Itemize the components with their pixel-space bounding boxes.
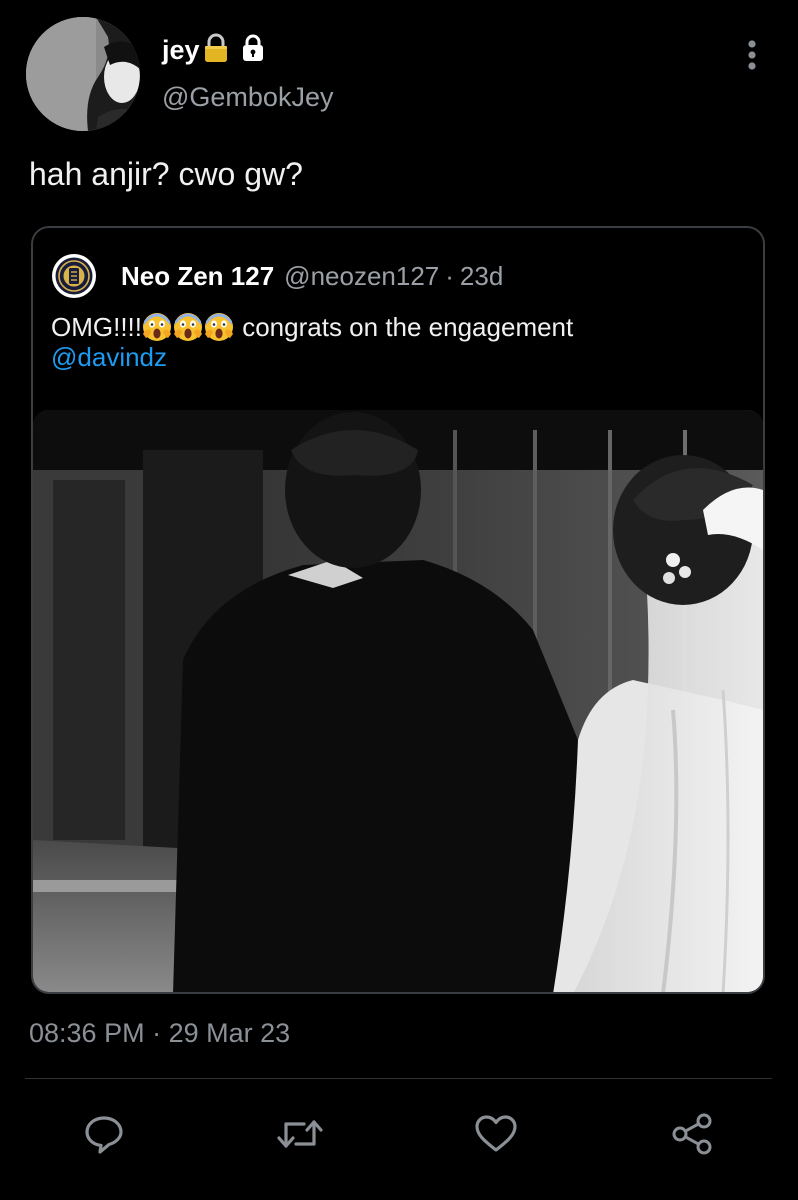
- divider: [25, 1078, 772, 1079]
- author-handle[interactable]: @GembokJey: [162, 82, 333, 113]
- quoted-text-suffix: congrats on the engagement: [235, 312, 574, 342]
- lock-icon: [240, 34, 266, 67]
- author-name-row[interactable]: jey: [162, 30, 266, 70]
- tweet-time: 08:36 PM: [29, 1018, 145, 1048]
- neo-zen-logo-icon[interactable]: [51, 253, 97, 299]
- lock-emoji-icon: [202, 33, 230, 68]
- retweet-button[interactable]: [276, 1110, 324, 1158]
- quoted-tweet-text: OMG!!!! congrats on the engagement @davi…: [51, 312, 741, 372]
- quoted-author-handle[interactable]: @neozen127: [284, 261, 439, 292]
- quoted-tweet-card[interactable]: Neo Zen 127 @neozen127 · 23d OMG!!!! con…: [31, 226, 765, 994]
- screaming-face-icon: [142, 312, 172, 342]
- timestamp-separator: ·: [152, 1018, 162, 1048]
- tweet-timestamp[interactable]: 08:36 PM · 29 Mar 23: [29, 1018, 290, 1049]
- author-avatar[interactable]: [26, 17, 140, 131]
- quoted-media-photo[interactable]: [33, 410, 763, 992]
- share-button[interactable]: [668, 1110, 716, 1158]
- quoted-separator: ·: [445, 260, 454, 291]
- more-vertical-icon[interactable]: [738, 38, 766, 74]
- heart-icon: [473, 1112, 519, 1156]
- reply-bubble-icon: [82, 1112, 126, 1156]
- screaming-face-icon: [204, 312, 234, 342]
- quoted-time: 23d: [459, 260, 504, 291]
- screaming-face-icon: [173, 312, 203, 342]
- share-icon: [669, 1111, 715, 1157]
- quoted-author-name[interactable]: Neo Zen 127: [121, 261, 274, 292]
- retweet-icon: [274, 1112, 326, 1156]
- quoted-text-prefix: OMG!!!!: [51, 312, 142, 342]
- author-display-name[interactable]: jey: [162, 35, 200, 66]
- mention-link[interactable]: @davindz: [51, 342, 167, 372]
- like-button[interactable]: [472, 1110, 520, 1158]
- tweet-text: hah anjir? cwo gw?: [29, 156, 303, 192]
- tweet-date: 29 Mar 23: [168, 1018, 291, 1048]
- reply-button[interactable]: [80, 1110, 128, 1158]
- quoted-tweet-header: Neo Zen 127 @neozen127 · 23d: [51, 252, 503, 300]
